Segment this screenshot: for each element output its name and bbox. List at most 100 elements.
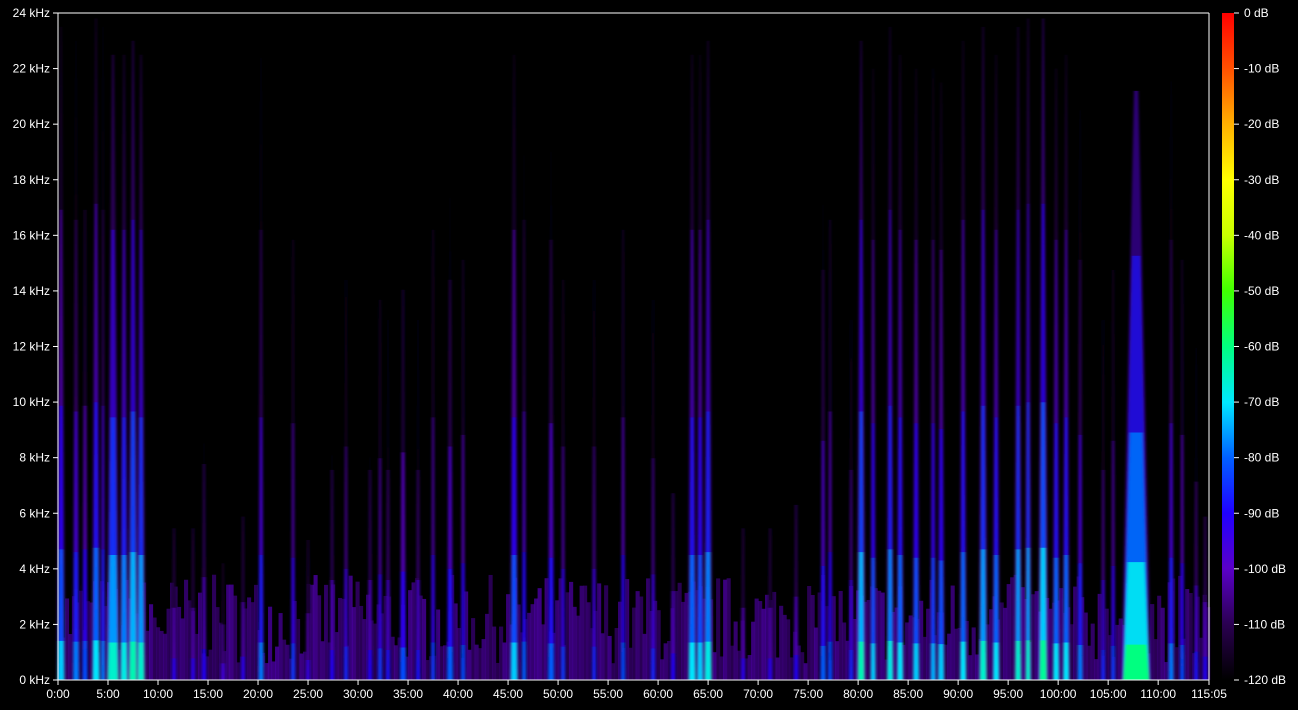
noise-floor-cell — [719, 656, 724, 680]
noise-floor-cell — [436, 609, 441, 680]
colorbar-gradient — [1222, 13, 1234, 680]
spectral-burst — [821, 645, 826, 680]
noise-floor-cell — [1087, 645, 1092, 680]
spectral-burst — [794, 654, 798, 680]
spectral-burst — [897, 642, 903, 680]
noise-floor-cell — [1160, 607, 1165, 680]
colorbar-tick-label: -30 dB — [1244, 173, 1279, 187]
noise-floor-cell — [313, 575, 318, 680]
noise-floor-cell — [660, 659, 665, 680]
spectral-burst — [1111, 645, 1115, 680]
noise-floor-cell — [733, 621, 738, 680]
noise-floor-cell — [488, 574, 493, 680]
y-tick-label: 6 kHz — [19, 506, 50, 520]
x-tick-label: 10:00 — [143, 687, 173, 701]
x-tick-label: 20:00 — [243, 687, 273, 701]
noise-floor-cell — [425, 660, 430, 680]
noise-floor-cell — [359, 605, 364, 680]
noise-floor-cell — [1003, 607, 1008, 680]
noise-floor-cell — [208, 649, 213, 680]
x-tick-label: 95:00 — [993, 687, 1023, 701]
noise-floor-cell — [159, 630, 164, 680]
x-tick-label: 90:00 — [943, 687, 973, 701]
spectral-burst — [697, 642, 703, 680]
spectral-burst — [671, 653, 675, 680]
x-tick-label: 15:00 — [193, 687, 223, 701]
noise-floor-cell — [838, 590, 843, 680]
noise-floor-cell — [394, 645, 399, 680]
colorbar-tick-label: -20 dB — [1244, 117, 1279, 131]
colorbar-tick-label: -70 dB — [1244, 395, 1279, 409]
noise-floor-cell — [723, 579, 728, 680]
noise-floor-cell — [481, 639, 486, 680]
noise-floor-cell — [422, 598, 427, 680]
spectral-burst — [291, 643, 295, 680]
plot-background — [58, 13, 1209, 680]
noise-floor-cell — [842, 622, 847, 680]
colorbar-tick-label: -10 dB — [1244, 62, 1279, 76]
x-tick-label: 50:00 — [543, 687, 573, 701]
spectral-burst — [1203, 656, 1207, 680]
colorbar-tick-label: -50 dB — [1244, 284, 1279, 298]
noise-floor-cell — [730, 645, 735, 680]
spectral-burst — [368, 649, 372, 680]
spectrogram-chart: 0 kHz 2 kHz 4 kHz 6 kHz 8 kHz 10 kHz 12 kHz 14 … — [13, 6, 1286, 701]
x-tick-label: 75:00 — [793, 687, 823, 701]
x-tick-label: 65:00 — [693, 687, 723, 701]
noise-floor-cell — [226, 584, 231, 680]
colorbar-tick-label: -90 dB — [1244, 506, 1279, 520]
x-tick-label: 60:00 — [643, 687, 673, 701]
spectral-burst — [1123, 644, 1150, 680]
noise-floor-cell — [1010, 577, 1015, 680]
noise-floor-cell — [275, 646, 280, 680]
y-tick-label: 0 kHz — [19, 673, 50, 687]
noise-floor-cell — [639, 596, 644, 680]
noise-floor-cell — [163, 633, 168, 680]
noise-floor-cell — [229, 584, 234, 680]
noise-floor-cell — [814, 627, 819, 680]
colorbar-legend: 0 dB -10 dB -20 dB -30 dB -40 dB -50 dB -60 dB… — [1222, 6, 1286, 687]
x-tick-label: 100:00 — [1040, 687, 1077, 701]
y-tick-label: 12 kHz — [13, 340, 50, 354]
spectral-burst — [259, 642, 264, 680]
noise-floor-cell — [751, 621, 756, 680]
noise-floor-cell — [712, 652, 717, 680]
x-tick-label: 0:00 — [46, 687, 70, 701]
noise-floor-cell — [212, 574, 217, 680]
noise-floor-cell — [166, 608, 171, 680]
spectral-burst — [1169, 643, 1174, 680]
noise-floor-cell — [786, 619, 791, 680]
colorbar-tick-label: -100 dB — [1244, 562, 1286, 576]
spectral-burst — [221, 663, 225, 680]
spectral-burst — [83, 640, 88, 680]
spectral-burst — [330, 649, 334, 680]
spectral-burst — [138, 642, 145, 680]
noise-floor-cell — [947, 633, 952, 680]
noise-floor-cell — [835, 641, 840, 680]
noise-floor-cell — [250, 602, 255, 680]
spectral-burst — [960, 641, 966, 680]
spectral-burst — [1063, 642, 1069, 680]
noise-floor-cell — [149, 604, 154, 680]
colorbar-tick-label: -60 dB — [1244, 340, 1279, 354]
spectral-burst — [689, 642, 696, 680]
spectral-burst — [768, 658, 772, 680]
colorbar-tick-label: -80 dB — [1244, 451, 1279, 465]
noise-floor-cell — [1090, 623, 1095, 680]
noise-floor-cell — [145, 630, 150, 680]
colorbar-tick-label: -120 dB — [1244, 673, 1286, 687]
spectral-burst — [561, 646, 565, 680]
y-tick-label: 18 kHz — [13, 173, 50, 187]
noise-floor-cell — [215, 607, 220, 680]
spectral-burst — [1078, 644, 1083, 680]
noise-floor-cell — [663, 643, 668, 680]
spectral-burst — [101, 640, 105, 680]
spectral-burst — [938, 644, 944, 680]
noise-floor-cell — [408, 590, 413, 680]
spectral-burst — [887, 640, 893, 680]
spectral-burst — [741, 658, 745, 680]
noise-floor-cell — [600, 633, 605, 680]
spectral-burst — [386, 649, 390, 680]
noise-floor-cell — [607, 635, 612, 680]
spectral-burst — [344, 646, 348, 680]
